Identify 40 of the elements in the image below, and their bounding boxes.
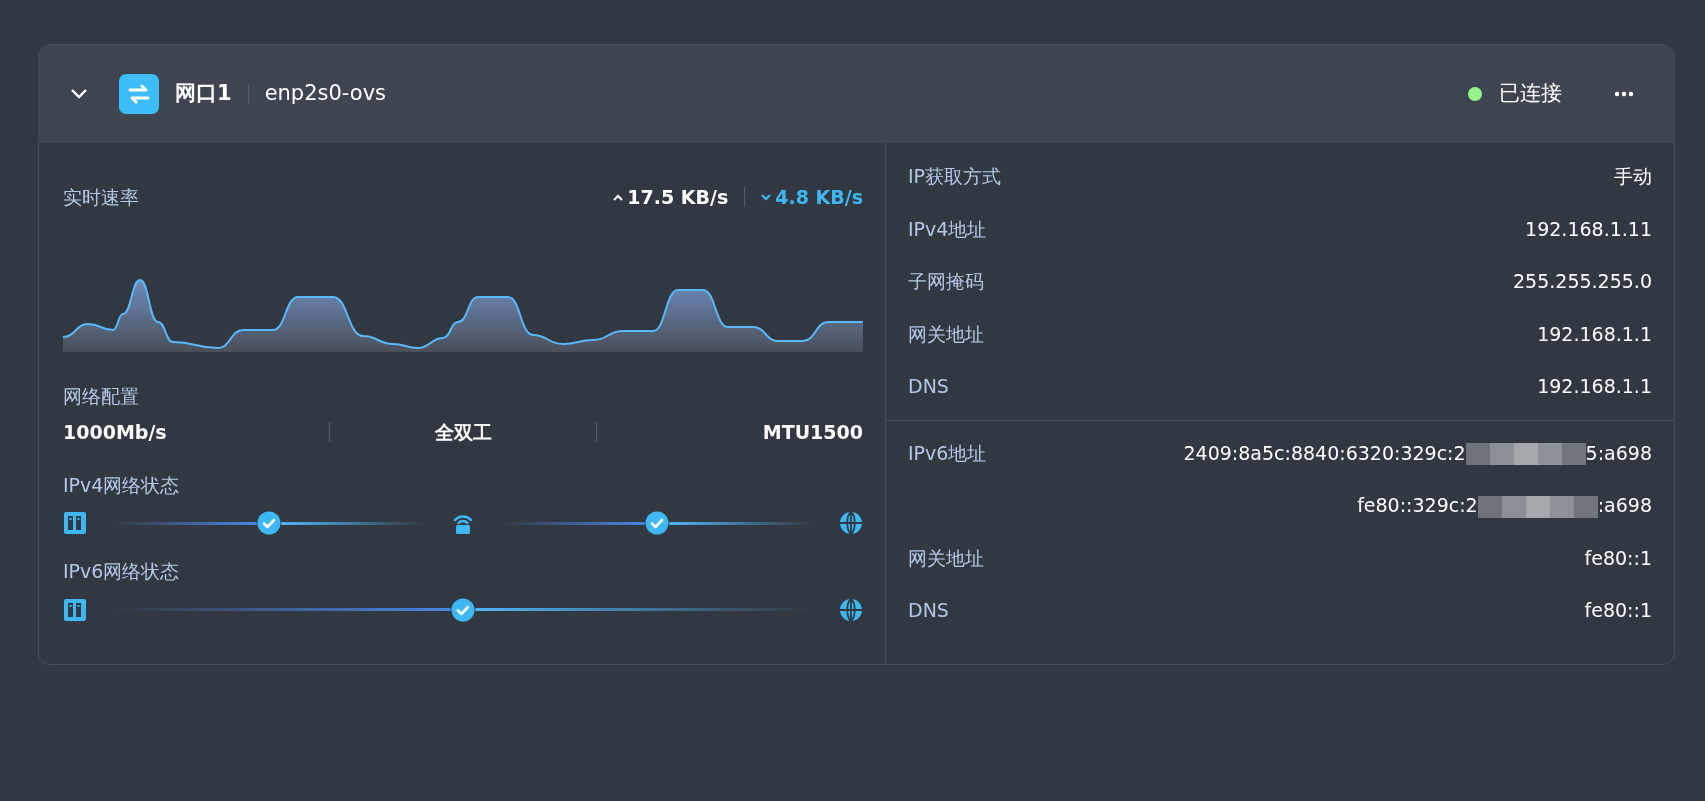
server-icon bbox=[63, 511, 87, 535]
globe-icon bbox=[839, 597, 863, 622]
check-icon bbox=[451, 597, 475, 622]
check-icon bbox=[257, 511, 281, 535]
swap-arrows-icon bbox=[119, 74, 159, 114]
section-title: 网络配置 bbox=[63, 383, 140, 409]
status-label: 已连接 bbox=[1499, 80, 1562, 108]
field-value: 255.255.255.0 bbox=[1513, 269, 1652, 294]
config-value: 1000Mb/s bbox=[63, 420, 168, 445]
globe-icon bbox=[839, 511, 863, 535]
config-value: 全双工 bbox=[433, 420, 493, 445]
field-value: 192.168.1.1 bbox=[1537, 374, 1652, 399]
field-label: DNS bbox=[908, 598, 949, 623]
field-value: fe80::1 bbox=[1584, 545, 1652, 571]
path-title: IPv6网络状态 bbox=[63, 559, 181, 584]
field-label: 网关地址 bbox=[908, 545, 984, 571]
field-label: 网关地址 bbox=[908, 321, 984, 347]
field-value: fe80::329c:2 :a698 bbox=[1357, 493, 1652, 520]
server-icon bbox=[63, 597, 87, 622]
check-icon bbox=[645, 511, 669, 535]
field-value: 192.168.1.1 bbox=[1537, 321, 1652, 347]
download-speed: 4.8 KB/s bbox=[775, 185, 863, 210]
field-value: 192.168.1.11 bbox=[1525, 216, 1652, 242]
field-label: IPv4地址 bbox=[908, 216, 987, 242]
device-name: enp2s0-ovs bbox=[264, 80, 387, 108]
field-label: DNS bbox=[908, 374, 949, 399]
download-icon bbox=[761, 192, 772, 202]
field-value: fe80::1 bbox=[1584, 598, 1652, 623]
field-value: 手动 bbox=[1614, 164, 1652, 189]
upload-speed: 17.5 KB/s bbox=[627, 185, 729, 210]
config-value: MTU1500 bbox=[761, 420, 863, 445]
path-title: IPv4网络状态 bbox=[63, 472, 181, 498]
field-label: 子网掩码 bbox=[908, 269, 984, 294]
section-title: 实时速率 bbox=[63, 185, 139, 210]
more-icon[interactable] bbox=[1614, 90, 1634, 98]
field-label: IP获取方式 bbox=[908, 164, 1002, 189]
field-value: 2409:8a5c:8840:6320:329c:2 5:a698 bbox=[1183, 440, 1652, 467]
upload-icon bbox=[613, 192, 624, 202]
field-label: IPv6地址 bbox=[908, 440, 987, 466]
interface-name: 网口1 bbox=[175, 80, 232, 108]
